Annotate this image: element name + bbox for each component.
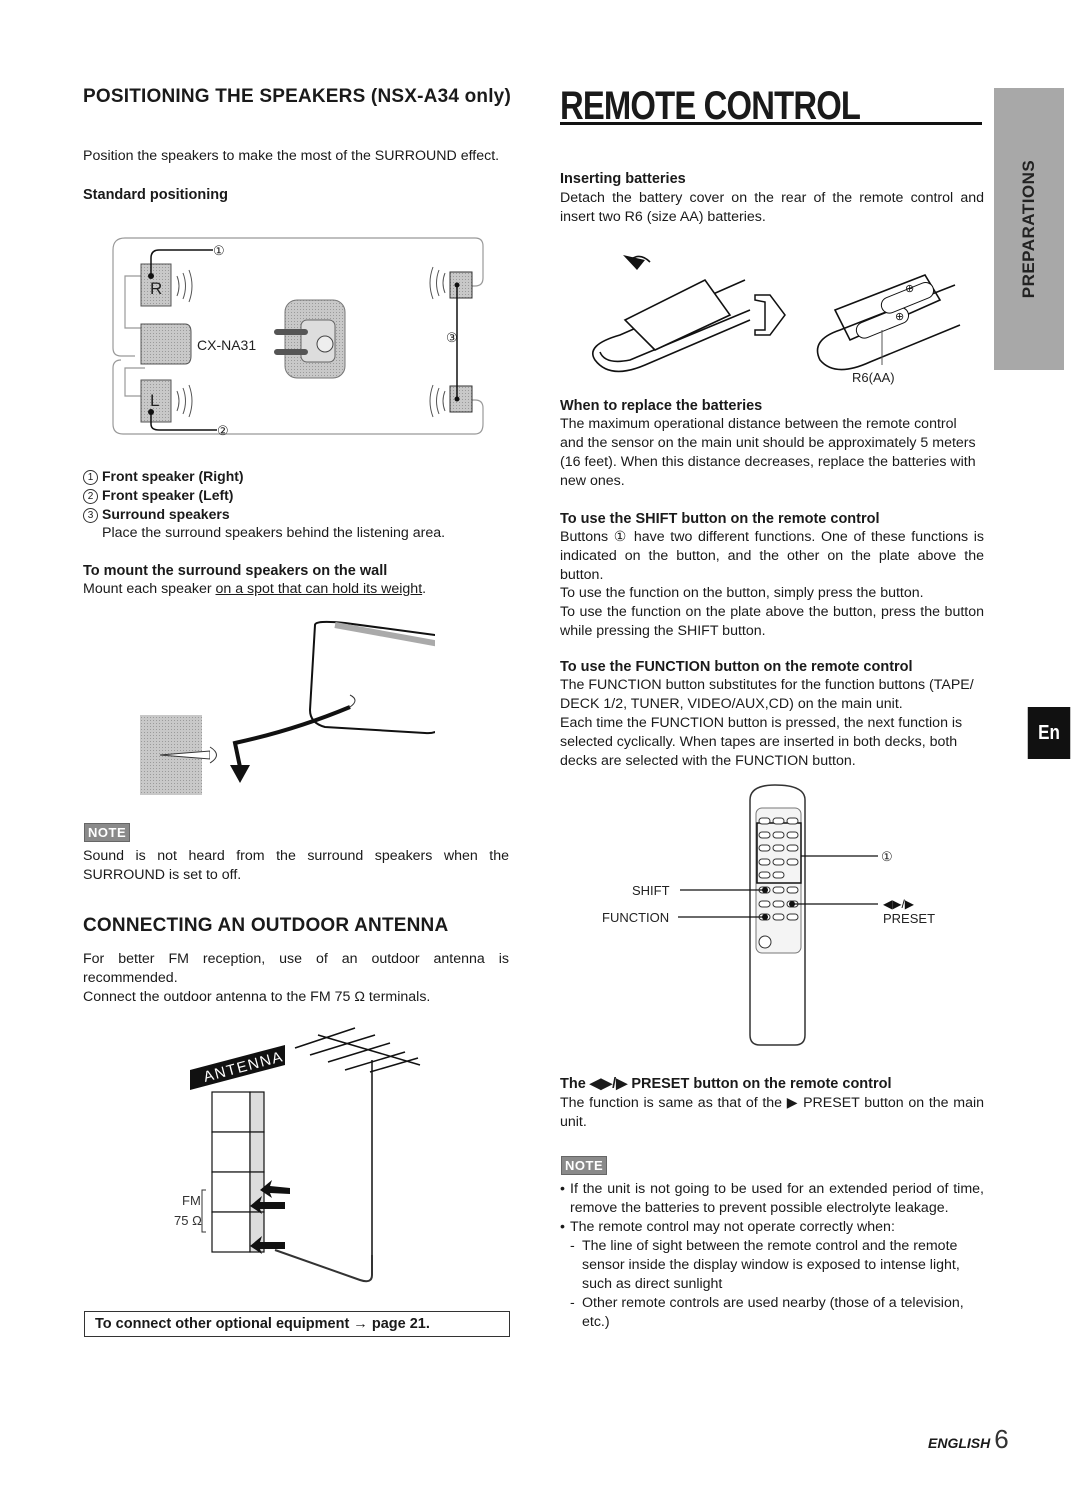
- subwoofer: [140, 323, 192, 365]
- remote-control-diagram: ① SHIFT FUNCTION ◀▶/▶ PRESET: [602, 784, 935, 1046]
- legend-item-1: 1 Front speaker (Right): [83, 467, 244, 486]
- note-badge-left: NOTE: [84, 823, 131, 842]
- positioning-intro: Position the speakers to make the most o…: [83, 148, 500, 164]
- remote-callout-1: ①: [881, 849, 893, 864]
- callout-2: ②: [217, 423, 229, 438]
- batteries-icon: ⊕ ⊕: [855, 282, 935, 339]
- shift-button-text-1: Buttons ① have two different functions. …: [560, 529, 984, 583]
- surround-speaker-left: [449, 385, 473, 413]
- preset-label: PRESET: [883, 911, 935, 926]
- wall-mount-text: Mount each speaker on a spot that can ho…: [83, 581, 427, 597]
- function-button-heading: To use the FUNCTION button on the remote…: [560, 659, 913, 675]
- note-list-right: If the unit is not going to be used for …: [560, 1180, 984, 1332]
- function-label: FUNCTION: [602, 910, 669, 925]
- svg-text:⊕: ⊕: [895, 311, 904, 323]
- speaker-layout-diagram: R ① CX-NA31 L ② ③: [112, 237, 484, 438]
- battery-size-label: R6(AA): [852, 370, 895, 385]
- title-rule: [560, 122, 982, 125]
- preset-button-heading: The ◀▶/▶ PRESET button on the remote con…: [560, 1076, 892, 1092]
- listener: [316, 335, 334, 353]
- function-button-text-2: Each time the FUNCTION button is pressed…: [560, 715, 963, 769]
- function-button-text-1: The FUNCTION button substitutes for the …: [560, 677, 974, 712]
- remote-rear-closed: [592, 255, 751, 373]
- note-text-left: Sound is not heard from the surround spe…: [83, 848, 509, 883]
- page-number: 6: [994, 1424, 1009, 1454]
- antenna-banner: ANTENNA: [202, 1048, 286, 1086]
- surround-speaker-right: [449, 271, 473, 299]
- inserting-batteries-text: Detach the battery cover on the rear of …: [560, 190, 984, 225]
- front-left-label: L: [150, 391, 159, 410]
- subwoofer-label: CX-NA31: [197, 337, 256, 353]
- antenna-icon: [294, 1027, 421, 1255]
- note-badge-right: NOTE: [561, 1156, 608, 1175]
- language-tab-en[interactable]: En: [1027, 707, 1071, 759]
- shift-button-text-2: To use the function on the button, simpl…: [560, 585, 924, 601]
- front-right-label: R: [150, 279, 162, 298]
- legend-note: Place the surround speakers behind the l…: [102, 525, 446, 541]
- replace-batteries-text: The maximum operational distance between…: [560, 416, 976, 489]
- callout-1: ①: [213, 243, 225, 258]
- shift-button-heading: To use the SHIFT button on the remote co…: [560, 511, 880, 527]
- antenna-cable: [274, 1249, 373, 1283]
- legend-item-3: 3 Surround speakers: [83, 505, 230, 524]
- page-footer: ENGLISH 6: [928, 1424, 1009, 1455]
- mount-arrow: [232, 705, 351, 768]
- terminal-ohm-label: 75 Ω: [174, 1213, 202, 1228]
- antenna-para-2: Connect the outdoor antenna to the FM 75…: [83, 989, 431, 1005]
- terminal-fm-label: FM: [182, 1193, 201, 1208]
- cable-right-surround: [125, 237, 484, 287]
- antenna-title: CONNECTING AN OUTDOOR ANTENNA: [83, 915, 449, 936]
- next-step-arrow-icon: [754, 294, 786, 336]
- note-sub-bullet-2: Other remote controls are used nearby (t…: [570, 1294, 984, 1332]
- preset-symbol: ◀▶/▶: [883, 897, 915, 911]
- preset-button-text: The function is same as that of the ▶ PR…: [560, 1095, 984, 1130]
- note-sub-bullet-1: The line of sight between the remote con…: [570, 1237, 984, 1294]
- svg-text:⊕: ⊕: [905, 283, 914, 295]
- inserting-batteries-heading: Inserting batteries: [560, 171, 686, 187]
- section-tab-preparations[interactable]: PREPARATIONS: [994, 88, 1064, 370]
- footer-language: ENGLISH: [928, 1435, 991, 1451]
- standard-positioning-heading: Standard positioning: [83, 187, 228, 203]
- replace-batteries-heading: When to replace the batteries: [560, 398, 763, 414]
- callout-3: ③: [446, 330, 458, 345]
- wall-mount-heading: To mount the surround speakers on the wa…: [83, 563, 388, 579]
- legend-item-2: 2 Front speaker (Left): [83, 486, 233, 505]
- note-bullet-1: If the unit is not going to be used for …: [560, 1180, 984, 1218]
- antenna-diagram: ANTENNA FM 75 Ω: [174, 1027, 421, 1283]
- shift-button-text-3: To use the function on the plate above t…: [560, 604, 984, 639]
- wall-mount-diagram: [140, 620, 435, 795]
- battery-insertion-diagram: ⊕ ⊕ R6(AA): [592, 255, 961, 385]
- optional-equipment-reference[interactable]: To connect other optional equipment → pa…: [84, 1311, 510, 1337]
- terminal-block: [211, 1091, 265, 1253]
- sound-waves-surround: [429, 266, 446, 418]
- note-bullet-2: The remote control may not operate corre…: [560, 1218, 984, 1332]
- positioning-title: POSITIONING THE SPEAKERS (NSX-A34 only): [83, 86, 511, 107]
- shift-label: SHIFT: [632, 883, 670, 898]
- antenna-para-1: For better FM reception, use of an outdo…: [83, 951, 509, 986]
